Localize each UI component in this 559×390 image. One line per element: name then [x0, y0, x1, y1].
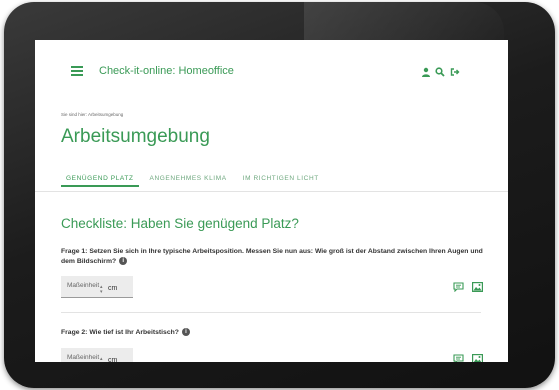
comment-icon[interactable] — [453, 282, 464, 292]
stepper-icon[interactable]: ▴▾ — [100, 357, 103, 363]
question-1: Frage 1: Setzen Sie sich in Ihre typisch… — [61, 247, 491, 267]
info-icon[interactable]: i — [119, 257, 128, 266]
checklist-title: Checkliste: Haben Sie genügend Platz? — [61, 216, 299, 231]
question-separator — [61, 312, 481, 313]
breadcrumb: Sie sind hier: Arbeitsumgebung — [61, 112, 123, 117]
question-2: Frage 2: Wie tief ist Ihr Arbeitstisch? i — [61, 328, 491, 338]
app-title: Check-it-online: Homeoffice — [99, 65, 234, 77]
tab-im-richtigen-licht[interactable]: IM RICHTIGEN LICHT — [238, 172, 324, 187]
tab-genuegend-platz[interactable]: GENÜGEND PLATZ — [61, 172, 139, 187]
stepper-icon[interactable]: ▴▾ — [100, 285, 103, 295]
menu-icon[interactable] — [71, 66, 83, 76]
search-icon[interactable] — [435, 67, 445, 77]
tabs-divider — [35, 191, 508, 192]
question-2-text: Frage 2: Wie tief ist Ihr Arbeitstisch? — [61, 329, 179, 336]
info-icon[interactable]: i — [181, 328, 190, 337]
tablet-frame: Check-it-online: Homeoffice Sie sind hie… — [4, 2, 555, 388]
question-2-input[interactable]: Maßeinheit ▴▾ cm — [61, 348, 133, 362]
question-2-unit: cm — [108, 357, 118, 362]
page-title: Arbeitsumgebung — [61, 126, 210, 147]
breadcrumb-prefix: Sie sind hier: — [61, 112, 88, 117]
question-1-input[interactable]: Maßeinheit ▴ ▾ cm — [61, 276, 133, 298]
question-2-placeholder: Maßeinheit — [67, 354, 100, 361]
comment-icon[interactable] — [453, 354, 464, 362]
image-icon[interactable] — [472, 354, 483, 362]
logout-icon[interactable] — [450, 67, 460, 77]
tab-angenehmes-klima[interactable]: ANGENEHMES KLIMA — [145, 172, 232, 187]
breadcrumb-current[interactable]: Arbeitsumgebung — [88, 112, 123, 117]
main-content: Sie sind hier: Arbeitsumgebung Arbeitsum… — [35, 104, 508, 362]
tab-bar: GENÜGEND PLATZ ANGENEHMES KLIMA IM RICHT… — [61, 172, 330, 192]
app-bar: Check-it-online: Homeoffice — [35, 40, 508, 104]
question-1-unit: cm — [108, 285, 118, 292]
user-icon[interactable] — [421, 67, 431, 77]
tablet-screen: Check-it-online: Homeoffice Sie sind hie… — [35, 40, 508, 362]
question-1-placeholder: Maßeinheit — [67, 282, 100, 289]
image-icon[interactable] — [472, 282, 483, 292]
